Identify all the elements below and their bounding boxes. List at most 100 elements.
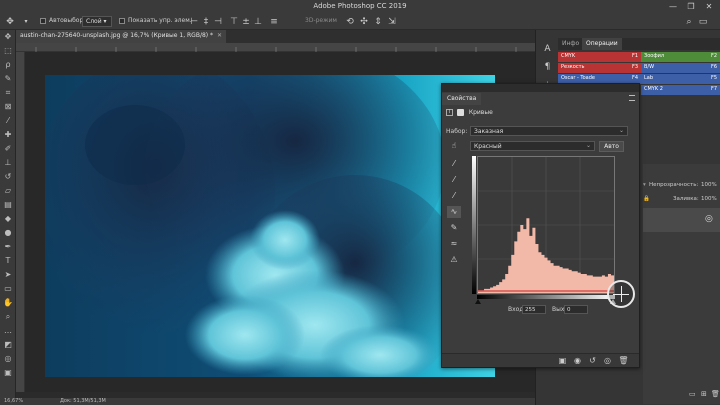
pen-tool-icon[interactable]: ✒ bbox=[0, 240, 16, 254]
smooth-curve-icon[interactable]: ≈ bbox=[447, 238, 461, 250]
quick-mask-icon[interactable]: ◎ bbox=[0, 352, 16, 366]
eraser-tool-icon[interactable]: ▱ bbox=[0, 184, 16, 198]
black-point-eyedropper-icon[interactable]: ⁄ bbox=[447, 158, 461, 170]
move-tool-icon[interactable]: ✥ bbox=[0, 30, 16, 44]
more-tools-icon[interactable]: … bbox=[0, 324, 16, 338]
3d-orbit-icon[interactable]: ⟲ bbox=[344, 16, 356, 28]
layer-row-selected[interactable]: ◎ bbox=[643, 208, 720, 232]
lasso-tool-icon[interactable]: ρ bbox=[0, 58, 16, 72]
clip-to-layer-icon[interactable]: ▣ bbox=[557, 356, 568, 366]
close-tab-icon[interactable]: ✕ bbox=[217, 32, 222, 39]
curves-graph[interactable] bbox=[477, 156, 615, 294]
output-value-field[interactable]: 0 bbox=[564, 305, 588, 314]
new-group-icon[interactable]: ▭ bbox=[689, 390, 696, 398]
opacity-value[interactable]: 100% bbox=[701, 182, 717, 188]
reset-icon[interactable]: ↺ bbox=[587, 356, 598, 366]
pencil-draw-icon[interactable]: ✎ bbox=[447, 222, 461, 234]
curve-points-icon[interactable]: ∿ bbox=[447, 206, 461, 218]
search-icon[interactable]: ⌕ bbox=[683, 16, 695, 28]
tool-preset-arrow-icon[interactable]: ▾ bbox=[20, 16, 32, 28]
screen-mode-icon[interactable]: ▣ bbox=[0, 366, 16, 380]
action-item[interactable]: Зоофил F2 bbox=[641, 52, 720, 62]
action-shortcut: F4 bbox=[631, 75, 638, 81]
action-shortcut: F3 bbox=[631, 64, 638, 70]
frame-tool-icon[interactable]: ⊠ bbox=[0, 100, 16, 114]
history-brush-icon[interactable]: ↺ bbox=[0, 170, 16, 184]
tools-panel: ✥ ⬚ ρ ✎ ⌗ ⊠ ⁄ ✚ ✐ ⊥ ↺ ▱ ▤ ◆ ● ✒ T ➤ ▭ ✋ … bbox=[0, 30, 16, 398]
align-right-icon[interactable]: ⊣ bbox=[212, 16, 224, 28]
delete-layer-icon[interactable]: 🗑 bbox=[711, 390, 720, 398]
action-item[interactable]: Lab F5 bbox=[641, 74, 720, 84]
curves-adjustment-icon[interactable]: ⌇ bbox=[446, 109, 453, 116]
zoom-tool-icon[interactable]: ⌕ bbox=[0, 310, 16, 324]
align-top-icon[interactable]: ⊤ bbox=[228, 16, 240, 28]
3d-slide-icon[interactable]: ⇕ bbox=[372, 16, 384, 28]
type-tool-icon[interactable]: T bbox=[0, 254, 16, 268]
new-layer-icon[interactable]: ⊞ bbox=[701, 390, 707, 398]
close-button[interactable]: ✕ bbox=[700, 1, 718, 13]
workspace-icon[interactable]: ▭ bbox=[697, 16, 709, 28]
stamp-tool-icon[interactable]: ⊥ bbox=[0, 156, 16, 170]
layers-footer: ▭ ⊞ 🗑 bbox=[643, 390, 720, 402]
clipping-warning-icon[interactable]: ⚠ bbox=[447, 254, 461, 266]
mask-icon[interactable] bbox=[456, 109, 464, 116]
action-item[interactable]: CMYK F1 bbox=[558, 52, 641, 62]
gray-point-eyedropper-icon[interactable]: ⁄ bbox=[447, 174, 461, 186]
crop-tool-icon[interactable]: ⌗ bbox=[0, 86, 16, 100]
blur-tool-icon[interactable]: ◆ bbox=[0, 212, 16, 226]
layer-visibility-icon[interactable]: ◎ bbox=[705, 214, 713, 224]
align-middle-icon[interactable]: ± bbox=[240, 16, 252, 28]
black-input-slider[interactable] bbox=[475, 299, 481, 304]
dodge-tool-icon[interactable]: ● bbox=[0, 226, 16, 240]
zoom-level[interactable]: 16,67% bbox=[4, 398, 23, 404]
autoselect-dropdown[interactable]: Слой ▾ bbox=[82, 16, 112, 27]
show-transform-checkbox[interactable] bbox=[119, 18, 125, 24]
healing-brush-icon[interactable]: ✚ bbox=[0, 128, 16, 142]
preset-dropdown[interactable]: Заказная ⌄ bbox=[470, 126, 628, 136]
visibility-icon[interactable]: ◎ bbox=[602, 356, 613, 366]
action-item[interactable]: B/W F6 bbox=[641, 63, 720, 73]
hand-tool-icon[interactable]: ✋ bbox=[0, 296, 16, 310]
align-center-icon[interactable]: ‡ bbox=[200, 16, 212, 28]
align-bottom-icon[interactable]: ⊥ bbox=[252, 16, 264, 28]
tab-info[interactable]: Инфо bbox=[558, 38, 583, 50]
action-item[interactable]: CMYK 2 F7 bbox=[641, 85, 720, 95]
align-left-icon[interactable]: ⊢ bbox=[188, 16, 200, 28]
properties-panel-header[interactable] bbox=[442, 84, 639, 92]
document-tab[interactable]: austin-chan-275640-unsplash.jpg @ 16,7% … bbox=[16, 30, 227, 43]
input-gradient-bar bbox=[477, 295, 615, 299]
3d-pan-icon[interactable]: ✣ bbox=[358, 16, 370, 28]
action-item[interactable]: Резкость F3 bbox=[558, 63, 641, 73]
input-value-field[interactable]: 255 bbox=[522, 305, 546, 314]
channel-dropdown[interactable]: Красный ⌄ bbox=[470, 141, 595, 151]
delete-adjustment-icon[interactable]: 🗑 bbox=[618, 356, 629, 366]
marquee-tool-icon[interactable]: ⬚ bbox=[0, 44, 16, 58]
color-swatches-icon[interactable]: ◩ bbox=[0, 338, 16, 352]
minimize-button[interactable]: — bbox=[664, 1, 682, 13]
tab-actions[interactable]: Операции bbox=[582, 38, 622, 50]
panel-menu-icon[interactable] bbox=[629, 95, 635, 101]
info-actions-tabs: Инфо Операции bbox=[558, 38, 720, 50]
paragraph-panel-icon[interactable]: ¶ bbox=[536, 58, 559, 76]
auto-button[interactable]: Авто bbox=[599, 141, 624, 152]
path-select-icon[interactable]: ➤ bbox=[0, 268, 16, 282]
distribute-icon[interactable]: ≡ bbox=[268, 16, 280, 28]
actions-list-left: CMYK F1 Резкость F3 Oscar - Toade F4 bbox=[558, 52, 641, 85]
view-previous-icon[interactable]: ◉ bbox=[572, 356, 583, 366]
autoselect-checkbox[interactable] bbox=[40, 18, 46, 24]
quick-select-tool-icon[interactable]: ✎ bbox=[0, 72, 16, 86]
properties-title[interactable]: Свойства bbox=[442, 93, 482, 105]
document-canvas-image[interactable] bbox=[45, 75, 495, 377]
shape-tool-icon[interactable]: ▭ bbox=[0, 282, 16, 296]
maximize-button[interactable]: ❐ bbox=[682, 1, 700, 13]
layer-row[interactable] bbox=[643, 236, 720, 260]
eyedropper-tool-icon[interactable]: ⁄ bbox=[0, 114, 16, 128]
on-image-adjust-icon[interactable]: ☝ bbox=[447, 140, 461, 152]
brush-tool-icon[interactable]: ✐ bbox=[0, 142, 16, 156]
3d-scale-icon[interactable]: ⇲ bbox=[386, 16, 398, 28]
white-point-eyedropper-icon[interactable]: ⁄ bbox=[447, 190, 461, 202]
gradient-tool-icon[interactable]: ▤ bbox=[0, 198, 16, 212]
character-panel-icon[interactable]: A bbox=[536, 40, 559, 58]
fill-value[interactable]: 100% bbox=[701, 196, 717, 202]
move-tool-icon[interactable]: ✥ bbox=[4, 16, 16, 28]
